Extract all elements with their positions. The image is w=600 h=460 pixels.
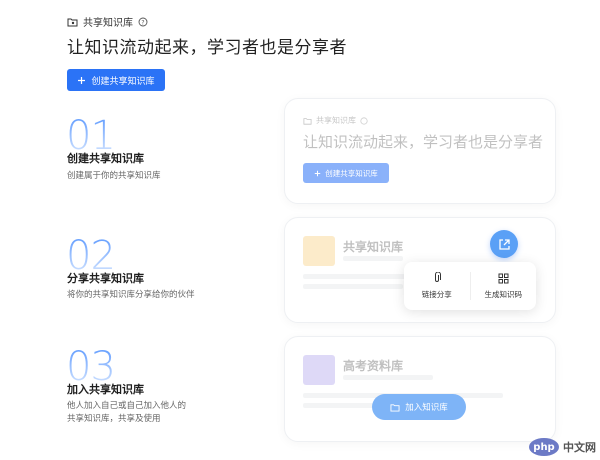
create-button-label: 创建共享知识库 bbox=[91, 76, 155, 87]
share-icon bbox=[498, 238, 511, 251]
site-watermark: php 中文网 bbox=[529, 438, 596, 456]
watermark-text: 中文网 bbox=[563, 441, 596, 454]
step-title-1: 创建共享知识库 bbox=[67, 152, 144, 165]
link-share-option[interactable]: 链接分享 bbox=[404, 262, 470, 310]
kb-title-join: 高考资料库 bbox=[343, 359, 404, 373]
php-logo: php bbox=[529, 438, 559, 456]
page-header-text: 共享知识库 bbox=[83, 18, 133, 29]
paperclip-icon bbox=[432, 272, 442, 284]
preview-title: 让知识流动起来，学习者也是分享者 bbox=[303, 133, 544, 151]
share-options-popup: 链接分享 生成知识码 bbox=[404, 262, 536, 310]
help-icon[interactable]: ? bbox=[138, 17, 148, 27]
step-desc-3-line2: 共享知识库，共享及使用 bbox=[67, 414, 161, 424]
preview-card-create: 共享知识库 让知识流动起来，学习者也是分享者 创建共享知识库 bbox=[284, 98, 556, 204]
join-knowledge-base-button[interactable]: 加入知识库 bbox=[372, 394, 466, 420]
preview-header-label: 共享知识库 bbox=[303, 115, 368, 126]
page-header-label: 共享知识库 ? bbox=[67, 14, 148, 29]
preview-create-label: 创建共享知识库 bbox=[325, 168, 378, 178]
plus-icon bbox=[77, 76, 86, 85]
folder-share-icon bbox=[67, 17, 78, 27]
generate-code-label: 生成知识码 bbox=[484, 289, 523, 299]
plus-icon bbox=[314, 170, 321, 177]
help-icon bbox=[360, 116, 368, 125]
kb-desc-placeholder bbox=[303, 274, 413, 279]
generate-code-option[interactable]: 生成知识码 bbox=[471, 262, 537, 310]
step-desc-2: 将你的共享知识库分享给你的伙伴 bbox=[67, 290, 195, 300]
kb-meta-placeholder bbox=[343, 256, 403, 261]
link-share-label: 链接分享 bbox=[421, 290, 452, 299]
folder-share-icon bbox=[303, 117, 312, 125]
folder-icon bbox=[303, 236, 335, 266]
folder-icon bbox=[303, 355, 335, 385]
folder-share-icon bbox=[390, 403, 400, 412]
kb-desc-placeholder bbox=[303, 284, 403, 289]
svg-text:?: ? bbox=[141, 19, 144, 26]
kb-meta-placeholder bbox=[343, 375, 433, 380]
qrcode-icon bbox=[498, 273, 509, 284]
step-desc-3-line1: 他人加入自己或自己加入他人的 bbox=[67, 401, 187, 411]
page-title: 让知识流动起来，学习者也是分享者 bbox=[67, 38, 347, 58]
preview-create-button: 创建共享知识库 bbox=[303, 163, 389, 183]
kb-title-share: 共享知识库 bbox=[343, 240, 404, 254]
step-title-2: 分享共享知识库 bbox=[67, 272, 144, 285]
preview-card-join: 高考资料库 bbox=[284, 336, 556, 442]
step-title-3: 加入共享知识库 bbox=[67, 383, 144, 396]
share-fab-button[interactable] bbox=[490, 230, 518, 258]
join-button-label: 加入知识库 bbox=[405, 403, 448, 413]
preview-header-text: 共享知识库 bbox=[316, 116, 356, 125]
step-desc-1: 创建属于你的共享知识库 bbox=[67, 171, 161, 181]
create-knowledge-base-button[interactable]: 创建共享知识库 bbox=[67, 69, 165, 91]
